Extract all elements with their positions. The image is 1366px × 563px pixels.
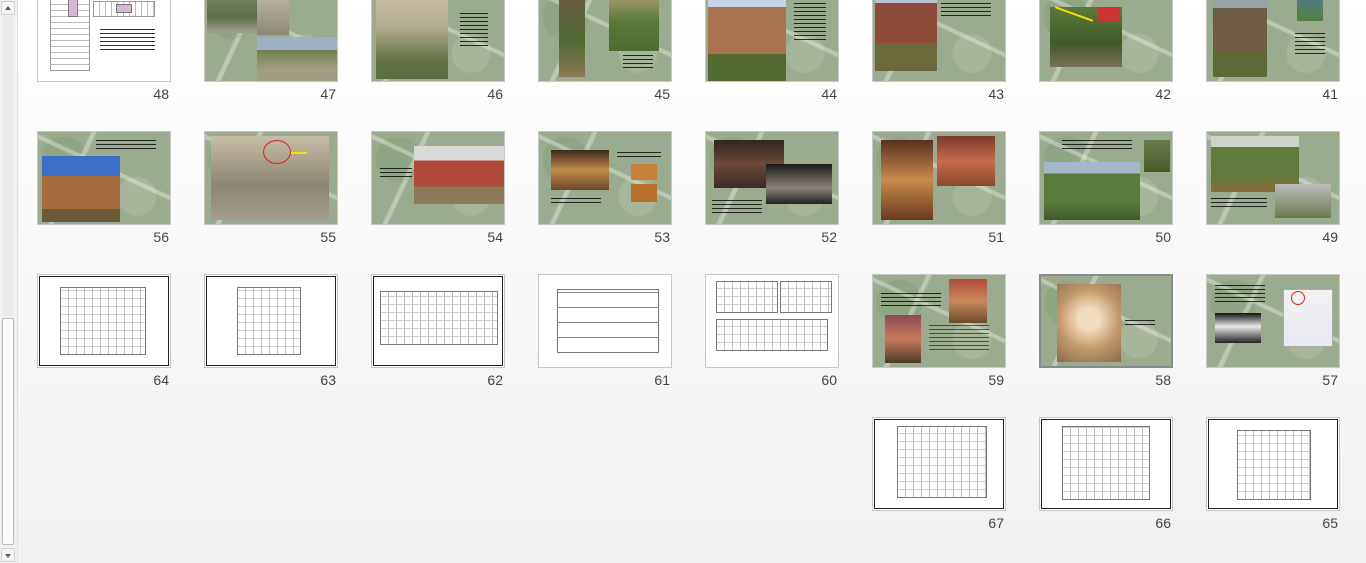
- scroll-track[interactable]: [2, 16, 14, 316]
- slide-number: 67: [988, 515, 1004, 531]
- slide-thumbnail[interactable]: [204, 0, 338, 82]
- scroll-down-button[interactable]: [1, 548, 15, 562]
- slide-thumbnail[interactable]: [872, 131, 1006, 225]
- slide-53[interactable]: 53: [538, 131, 672, 245]
- slide-thumbnail[interactable]: [371, 274, 505, 368]
- slide-number: 57: [1322, 372, 1338, 388]
- slide-number: 50: [1155, 229, 1171, 245]
- slide-thumbnail[interactable]: [1206, 0, 1340, 82]
- scroll-thumb[interactable]: [2, 318, 14, 545]
- slide-66[interactable]: 66: [1039, 417, 1173, 531]
- slide-thumbnail[interactable]: [1206, 417, 1340, 511]
- slide-thumbnail[interactable]: [37, 274, 171, 368]
- slide-number: 62: [487, 372, 503, 388]
- slide-number: 59: [988, 372, 1004, 388]
- slide-number: 46: [487, 86, 503, 102]
- slide-number: 55: [320, 229, 336, 245]
- slide-thumbnail[interactable]: [204, 131, 338, 225]
- slide-43[interactable]: 43: [872, 0, 1006, 102]
- slide-number: 41: [1322, 86, 1338, 102]
- slide-45[interactable]: 45: [538, 0, 672, 102]
- slide-number: 45: [654, 86, 670, 102]
- vertical-scrollbar[interactable]: [0, 0, 18, 563]
- slide-60[interactable]: 60: [705, 274, 839, 388]
- slide-thumbnail[interactable]: [538, 274, 672, 368]
- slide-44[interactable]: 44: [705, 0, 839, 102]
- slide-thumbnail[interactable]: [371, 0, 505, 82]
- slide-thumbnail[interactable]: [538, 0, 672, 82]
- slide-56[interactable]: 56: [37, 131, 171, 245]
- slide-thumbnail[interactable]: [872, 417, 1006, 511]
- slide-64[interactable]: 64: [37, 274, 171, 388]
- slide-number: 48: [153, 86, 169, 102]
- slide-number: 54: [487, 229, 503, 245]
- slide-number: 43: [988, 86, 1004, 102]
- slide-58[interactable]: 58: [1039, 274, 1173, 388]
- slide-62[interactable]: 62: [371, 274, 505, 388]
- slide-47[interactable]: 47: [204, 0, 338, 102]
- slide-49[interactable]: 49: [1206, 131, 1340, 245]
- slide-thumbnail[interactable]: [1206, 274, 1340, 368]
- slide-thumbnail[interactable]: [1206, 131, 1340, 225]
- slide-thumbnail[interactable]: [37, 0, 171, 82]
- slide-thumbnail[interactable]: [37, 131, 171, 225]
- slide-57[interactable]: 57: [1206, 274, 1340, 388]
- slide-thumbnail[interactable]: [705, 274, 839, 368]
- slide-thumbnail[interactable]: [1039, 417, 1173, 511]
- slide-55[interactable]: 55: [204, 131, 338, 245]
- slide-thumbnail[interactable]: [705, 0, 839, 82]
- slide-50[interactable]: 50: [1039, 131, 1173, 245]
- slide-number: 66: [1155, 515, 1171, 531]
- slide-65[interactable]: 65: [1206, 417, 1340, 531]
- slide-59[interactable]: 59: [872, 274, 1006, 388]
- slide-number: 63: [320, 372, 336, 388]
- scroll-up-button[interactable]: [1, 1, 15, 15]
- slide-41[interactable]: 41: [1206, 0, 1340, 102]
- slide-42[interactable]: 42: [1039, 0, 1173, 102]
- slide-number: 64: [153, 372, 169, 388]
- slide-63[interactable]: 63: [204, 274, 338, 388]
- slide-61[interactable]: 61: [538, 274, 672, 388]
- slide-67[interactable]: 67: [872, 417, 1006, 531]
- slide-46[interactable]: 46: [371, 0, 505, 102]
- slide-52[interactable]: 52: [705, 131, 839, 245]
- slide-number: 49: [1322, 229, 1338, 245]
- slide-thumbnail[interactable]: [872, 274, 1006, 368]
- slide-number: 60: [821, 372, 837, 388]
- slide-thumbnail[interactable]: [705, 131, 839, 225]
- slide-thumbnail[interactable]: [1039, 274, 1173, 368]
- slide-number: 53: [654, 229, 670, 245]
- slide-number: 56: [153, 229, 169, 245]
- slide-thumbnail[interactable]: [204, 274, 338, 368]
- slide-number: 47: [320, 86, 336, 102]
- slide-thumbnail[interactable]: [1039, 0, 1173, 82]
- slide-thumbnail[interactable]: [872, 0, 1006, 82]
- slide-number: 65: [1322, 515, 1338, 531]
- slide-number: 61: [654, 372, 670, 388]
- slide-thumbnail[interactable]: [371, 131, 505, 225]
- slide-number: 44: [821, 86, 837, 102]
- slide-51[interactable]: 51: [872, 131, 1006, 245]
- slide-thumbnail[interactable]: [538, 131, 672, 225]
- slide-number: 58: [1155, 372, 1171, 388]
- slide-number: 51: [988, 229, 1004, 245]
- slide-number: 52: [821, 229, 837, 245]
- slide-48[interactable]: 48: [37, 0, 171, 102]
- slide-number: 42: [1155, 86, 1171, 102]
- slide-thumbnail[interactable]: [1039, 131, 1173, 225]
- slide-54[interactable]: 54: [371, 131, 505, 245]
